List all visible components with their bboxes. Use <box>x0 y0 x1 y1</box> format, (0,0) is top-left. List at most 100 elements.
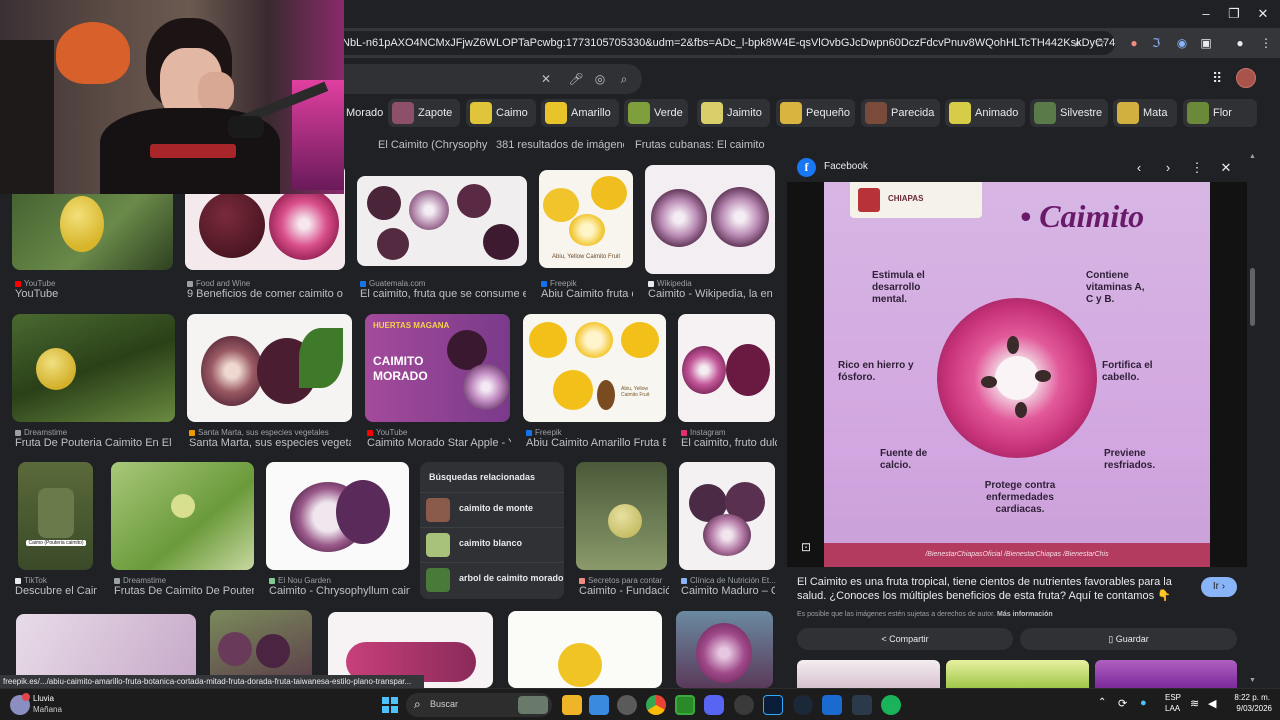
search-icon[interactable]: ⌕ <box>614 69 634 89</box>
result-title[interactable]: El caimito, fruto dulce... <box>681 437 777 449</box>
result-image[interactable]: Caimo (Pouteria caimito) <box>18 462 93 570</box>
result-image[interactable] <box>676 611 773 688</box>
lens-icon[interactable]: ⊡ <box>801 539 817 555</box>
result-title[interactable]: Fruta De Pouteria Caimito En El árbol ..… <box>15 437 175 449</box>
result-image[interactable] <box>111 462 254 570</box>
address-bar[interactable]: NbL-n61pAXO4NCMxJFjwZ6WLOPTaPcwbg:177310… <box>330 31 1115 55</box>
app-icon[interactable] <box>852 695 872 715</box>
result-title[interactable]: Abiu Caimito fruta do... <box>541 288 633 300</box>
result-title[interactable]: El caimito, fruta que se consume en Gua.… <box>360 288 526 300</box>
result-title[interactable]: El Caimito (Chrysophyll... <box>378 139 488 151</box>
next-icon[interactable]: › <box>1158 158 1178 178</box>
discord-icon[interactable] <box>704 695 724 715</box>
preview-source-name[interactable]: Facebook <box>824 161 868 172</box>
result-title[interactable]: Frutas De Caimito De Poutería E... <box>114 585 254 597</box>
photoshop-icon[interactable] <box>763 695 783 715</box>
result-source[interactable]: Freepik <box>541 279 636 288</box>
chip-mata[interactable]: Mata <box>1113 99 1177 127</box>
minecraft-icon[interactable] <box>675 695 695 715</box>
result-source[interactable]: Secretos para contar <box>579 576 671 585</box>
apps-grid-icon[interactable]: ⠿ <box>1212 70 1228 86</box>
result-source[interactable]: YouTube <box>15 279 175 288</box>
chip-jaimito[interactable]: Jaimito <box>697 99 770 127</box>
profile-avatar-icon[interactable]: ● <box>1230 33 1250 53</box>
result-image[interactable]: Abiu, Yellow Caimito Fruit <box>523 314 666 422</box>
result-image[interactable] <box>508 611 662 688</box>
volume-icon[interactable]: ◀ <box>1208 697 1216 710</box>
result-image[interactable]: HUERTAS MAGANA CAIMITO MORADO <box>365 314 510 422</box>
result-image[interactable] <box>679 462 775 570</box>
scrollbar-thumb[interactable] <box>1250 268 1255 326</box>
related-image-thumb[interactable] <box>797 660 940 688</box>
result-title[interactable]: Caimito Maduro – Cli... <box>681 585 775 597</box>
chip-caimo[interactable]: Caimo <box>466 99 536 127</box>
result-title[interactable]: Descubre el Caimit... <box>15 585 97 597</box>
save-button[interactable]: ▯ Guardar <box>1020 628 1237 650</box>
result-source[interactable]: YouTube <box>367 428 512 437</box>
translate-extension-icon[interactable]: ℑ <box>1146 33 1166 53</box>
sync-icon[interactable]: ⟳ <box>1118 697 1127 710</box>
result-source[interactable]: Dreamstime <box>114 576 254 585</box>
chip-parecida[interactable]: Parecida <box>861 99 940 127</box>
clear-search-icon[interactable]: ✕ <box>536 69 556 89</box>
result-image[interactable] <box>576 462 667 570</box>
panel-scrollbar[interactable]: ▲ ▼ <box>1249 153 1256 688</box>
result-image[interactable] <box>187 314 352 422</box>
result-source[interactable]: El Nou Garden <box>269 576 409 585</box>
lens-search-icon[interactable]: ◎ <box>590 69 610 89</box>
result-image[interactable] <box>357 176 527 266</box>
chrome-icon[interactable] <box>646 695 666 715</box>
result-source[interactable]: Freepik <box>526 428 666 437</box>
result-title[interactable]: YouTube <box>15 288 175 300</box>
result-title[interactable]: Caimito Morado Star Apple - YouT... <box>367 437 511 449</box>
related-search-item[interactable]: arbol de caimito morado <box>420 562 564 596</box>
chip-pequeno[interactable]: Pequeño <box>776 99 855 127</box>
language-indicator[interactable]: ESP <box>1165 693 1181 702</box>
extension-blue-icon[interactable]: ◉ <box>1172 33 1192 53</box>
chip-animado[interactable]: Animado <box>945 99 1025 127</box>
app-icon[interactable] <box>822 695 842 715</box>
chip-verde[interactable]: Verde <box>624 99 688 127</box>
microphone-icon[interactable]: ● <box>1140 697 1147 709</box>
result-title[interactable]: Santa Marta, sus especies vegetales : ..… <box>189 437 351 449</box>
close-window-icon[interactable]: ✕ <box>1253 4 1273 24</box>
result-title[interactable]: 381 resultados de imágenes, ... <box>496 139 624 151</box>
related-search-item[interactable]: caimito de monte <box>420 492 564 526</box>
start-windows-icon[interactable] <box>382 697 398 713</box>
app-icon[interactable] <box>881 695 901 715</box>
result-title[interactable]: Caimito - Wikipedia, la encicl... <box>648 288 773 300</box>
result-source[interactable]: Food and Wine <box>187 279 347 288</box>
scroll-down-icon[interactable]: ▼ <box>1249 677 1256 684</box>
zoom-icon[interactable]: ⌕ <box>1068 33 1088 53</box>
extensions-puzzle-icon[interactable]: ▣ <box>1196 33 1216 53</box>
minimize-icon[interactable]: – <box>1196 4 1216 24</box>
clock-time[interactable]: 8:22 p. m. <box>1226 693 1270 702</box>
chip-amarillo[interactable]: Amarillo <box>541 99 619 127</box>
file-explorer-icon[interactable] <box>562 695 582 715</box>
result-source[interactable]: Santa Marta, sus especies vegetales <box>189 428 354 437</box>
related-search-item[interactable]: caimito blanco <box>420 527 564 561</box>
taskbar-search[interactable]: ⌕ Buscar <box>406 693 552 717</box>
extension-red-icon[interactable]: ● <box>1124 33 1144 53</box>
previous-icon[interactable]: ‹ <box>1129 158 1149 178</box>
result-source[interactable]: TikTok <box>15 576 105 585</box>
result-source[interactable]: Instagram <box>681 428 778 437</box>
search-box[interactable]: ✕ 🎤︎ ◎ ⌕ <box>300 64 642 94</box>
chip-morado[interactable]: Morado <box>340 99 384 127</box>
result-image[interactable]: Abiu, Yellow Caimito Fruit <box>539 170 633 268</box>
share-button[interactable]: < Compartir <box>797 628 1013 650</box>
close-preview-icon[interactable]: ✕ <box>1216 158 1236 178</box>
browser-menu-icon[interactable]: ⋮ <box>1256 33 1276 53</box>
wifi-icon[interactable]: ≋ <box>1190 697 1199 710</box>
app-icon[interactable] <box>589 695 609 715</box>
steam-icon[interactable] <box>793 695 813 715</box>
result-image[interactable] <box>678 314 775 422</box>
result-source[interactable]: Guatemala.com <box>360 279 520 288</box>
chip-flor[interactable]: Flor <box>1183 99 1257 127</box>
account-avatar[interactable] <box>1236 68 1256 88</box>
chip-zapote[interactable]: Zapote <box>388 99 460 127</box>
scroll-up-icon[interactable]: ▲ <box>1249 153 1256 160</box>
related-image-thumb[interactable] <box>1095 660 1237 688</box>
result-image[interactable] <box>12 314 175 422</box>
preview-image[interactable]: CHIAPAS • Caimito Estimula el desarrollo… <box>787 182 1247 567</box>
